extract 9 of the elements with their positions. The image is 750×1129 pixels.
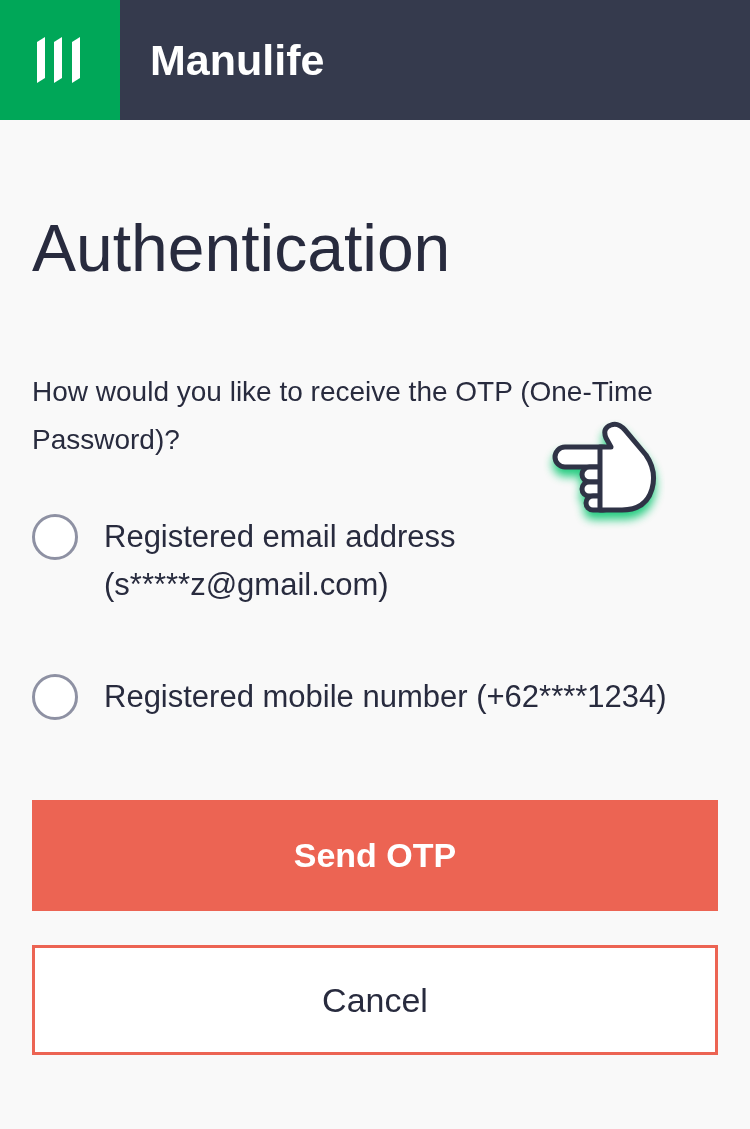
- page-title: Authentication: [32, 210, 452, 287]
- logo-text: Manulife: [150, 38, 325, 82]
- cancel-button[interactable]: Cancel: [32, 945, 718, 1055]
- radio-button[interactable]: [32, 514, 78, 560]
- prompt-text: How would you like to receive the OTP (One-Time Password)?: [32, 375, 654, 457]
- logo-stripes-icon: [37, 37, 83, 83]
- radio-button[interactable]: [32, 674, 78, 720]
- option-label[interactable]: Registered mobile number (+62****1234): [104, 673, 667, 721]
- option-label[interactable]: Registered email address (s*****z@gmail.com): [104, 513, 694, 609]
